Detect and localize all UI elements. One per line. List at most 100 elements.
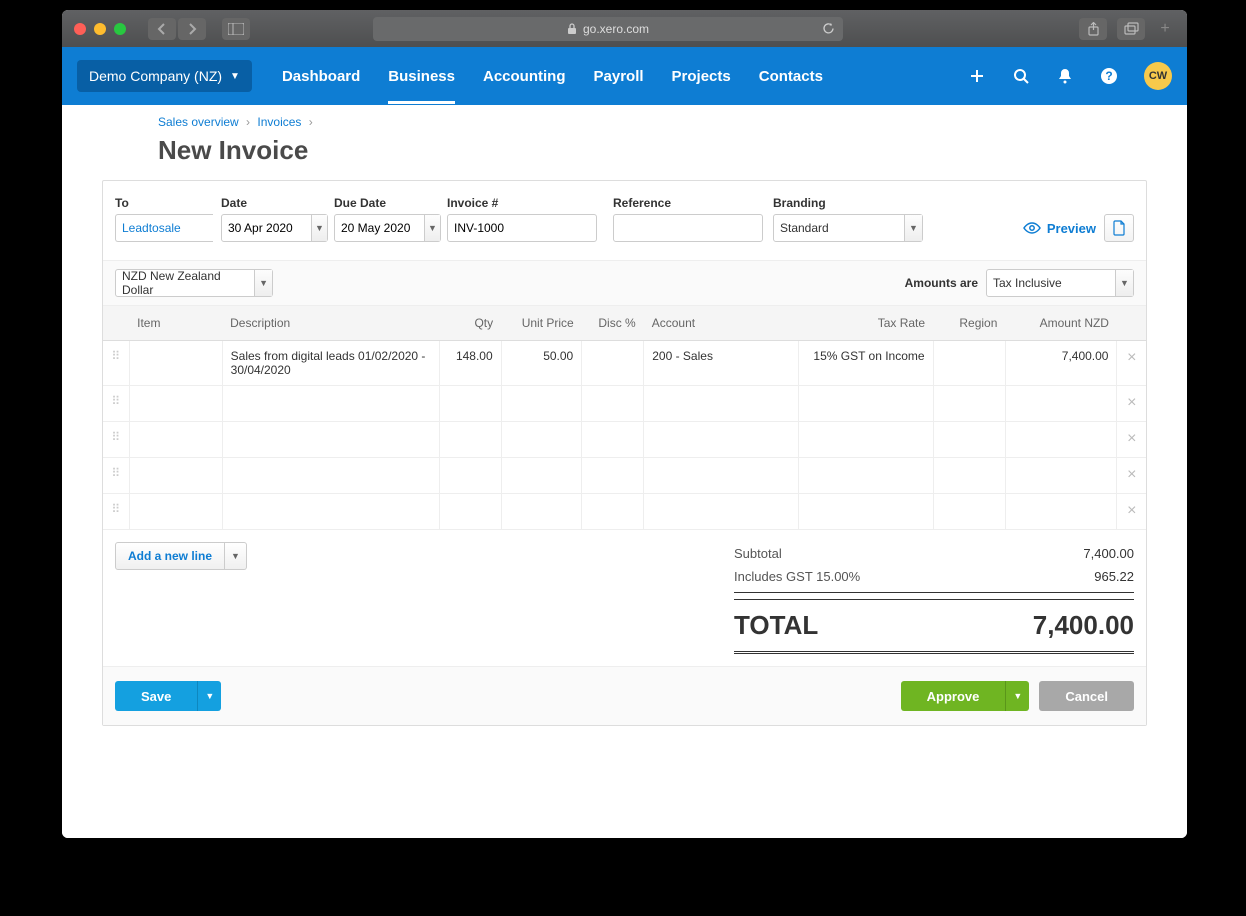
- remove-row-button[interactable]: ×: [1117, 494, 1146, 530]
- currency-select[interactable]: NZD New Zealand Dollar ▼: [115, 269, 273, 297]
- cell-amount[interactable]: [1005, 494, 1117, 530]
- cell-disc[interactable]: [582, 494, 644, 530]
- attach-file-button[interactable]: [1104, 214, 1134, 242]
- cell-description[interactable]: Sales from digital leads 01/02/2020 - 30…: [222, 341, 439, 386]
- cell-disc[interactable]: [582, 386, 644, 422]
- cell-item[interactable]: [129, 494, 222, 530]
- nav-projects[interactable]: Projects: [672, 49, 731, 104]
- cell-amount[interactable]: [1005, 422, 1117, 458]
- nav-contacts[interactable]: Contacts: [759, 49, 823, 104]
- notifications-icon[interactable]: [1056, 67, 1074, 85]
- cell-unit-price[interactable]: [501, 386, 582, 422]
- drag-handle-icon[interactable]: ⠿: [103, 494, 129, 530]
- cell-region[interactable]: [933, 341, 1005, 386]
- nav-dashboard[interactable]: Dashboard: [282, 49, 360, 104]
- approve-menu-button[interactable]: ▼: [1005, 681, 1029, 711]
- table-row[interactable]: ⠿ Sales from digital leads 01/02/2020 - 3…: [103, 341, 1146, 386]
- cell-tax-rate[interactable]: [799, 458, 933, 494]
- remove-row-button[interactable]: ×: [1117, 422, 1146, 458]
- caret-down-icon[interactable]: ▼: [254, 270, 272, 296]
- add-line-button[interactable]: Add a new line: [115, 542, 225, 570]
- cell-account[interactable]: [644, 422, 799, 458]
- caret-down-icon[interactable]: ▼: [904, 215, 922, 241]
- approve-button[interactable]: Approve: [901, 681, 1006, 711]
- cell-region[interactable]: [933, 458, 1005, 494]
- minimize-window-button[interactable]: [94, 23, 106, 35]
- nav-business[interactable]: Business: [388, 49, 455, 104]
- cell-unit-price[interactable]: [501, 458, 582, 494]
- cell-account[interactable]: [644, 494, 799, 530]
- cell-amount[interactable]: [1005, 386, 1117, 422]
- drag-handle-icon[interactable]: ⠿: [103, 386, 129, 422]
- cell-tax-rate[interactable]: [799, 494, 933, 530]
- to-input[interactable]: [115, 214, 213, 242]
- cell-account[interactable]: [644, 458, 799, 494]
- cell-item[interactable]: [129, 341, 222, 386]
- table-row[interactable]: ⠿×: [103, 494, 1146, 530]
- amounts-are-select[interactable]: Tax Inclusive ▼: [986, 269, 1134, 297]
- close-window-button[interactable]: [74, 23, 86, 35]
- cell-qty[interactable]: 148.00: [439, 341, 501, 386]
- drag-handle-icon[interactable]: ⠿: [103, 458, 129, 494]
- cell-region[interactable]: [933, 386, 1005, 422]
- caret-down-icon[interactable]: ▼: [424, 215, 440, 241]
- company-select[interactable]: Demo Company (NZ) ▼: [77, 60, 252, 92]
- due-date-value[interactable]: [341, 221, 424, 235]
- cell-tax-rate[interactable]: 15% GST on Income: [799, 341, 933, 386]
- save-menu-button[interactable]: ▼: [197, 681, 221, 711]
- cell-account[interactable]: [644, 386, 799, 422]
- cell-item[interactable]: [129, 386, 222, 422]
- remove-row-button[interactable]: ×: [1117, 386, 1146, 422]
- cell-item[interactable]: [129, 422, 222, 458]
- refresh-icon[interactable]: [822, 22, 835, 35]
- date-input[interactable]: ▼: [221, 214, 328, 242]
- cell-account[interactable]: 200 - Sales: [644, 341, 799, 386]
- table-row[interactable]: ⠿×: [103, 422, 1146, 458]
- add-icon[interactable]: [968, 67, 986, 85]
- reference-input[interactable]: [613, 214, 763, 242]
- breadcrumb-sales-overview[interactable]: Sales overview: [158, 115, 239, 129]
- cell-description[interactable]: [222, 494, 439, 530]
- table-row[interactable]: ⠿×: [103, 458, 1146, 494]
- user-avatar[interactable]: CW: [1144, 62, 1172, 90]
- cell-item[interactable]: [129, 458, 222, 494]
- cell-disc[interactable]: [582, 422, 644, 458]
- branding-select[interactable]: Standard ▼: [773, 214, 923, 242]
- nav-payroll[interactable]: Payroll: [594, 49, 644, 104]
- forward-button[interactable]: [178, 18, 206, 40]
- search-icon[interactable]: [1012, 67, 1030, 85]
- cell-unit-price[interactable]: [501, 422, 582, 458]
- cell-amount[interactable]: [1005, 458, 1117, 494]
- cell-region[interactable]: [933, 422, 1005, 458]
- caret-down-icon[interactable]: ▼: [311, 215, 327, 241]
- caret-down-icon[interactable]: ▼: [1115, 270, 1133, 296]
- cell-region[interactable]: [933, 494, 1005, 530]
- due-date-input[interactable]: ▼: [334, 214, 441, 242]
- tabs-icon[interactable]: [1117, 18, 1145, 40]
- url-bar[interactable]: go.xero.com: [373, 17, 843, 41]
- cell-description[interactable]: [222, 386, 439, 422]
- breadcrumb-invoices[interactable]: Invoices: [257, 115, 301, 129]
- cell-qty[interactable]: [439, 386, 501, 422]
- remove-row-button[interactable]: ×: [1117, 341, 1146, 386]
- nav-accounting[interactable]: Accounting: [483, 49, 566, 104]
- maximize-window-button[interactable]: [114, 23, 126, 35]
- save-button[interactable]: Save: [115, 681, 197, 711]
- cell-disc[interactable]: [582, 341, 644, 386]
- cell-qty[interactable]: [439, 422, 501, 458]
- date-value[interactable]: [228, 221, 311, 235]
- drag-handle-icon[interactable]: ⠿: [103, 341, 129, 386]
- sidebar-toggle-button[interactable]: [222, 18, 250, 40]
- cell-unit-price[interactable]: [501, 494, 582, 530]
- back-button[interactable]: [148, 18, 176, 40]
- drag-handle-icon[interactable]: ⠿: [103, 422, 129, 458]
- preview-button[interactable]: Preview: [1023, 221, 1096, 236]
- remove-row-button[interactable]: ×: [1117, 458, 1146, 494]
- share-icon[interactable]: [1079, 18, 1107, 40]
- table-row[interactable]: ⠿×: [103, 386, 1146, 422]
- cell-amount[interactable]: 7,400.00: [1005, 341, 1117, 386]
- add-line-menu-button[interactable]: ▼: [225, 542, 247, 570]
- cell-qty[interactable]: [439, 458, 501, 494]
- cell-disc[interactable]: [582, 458, 644, 494]
- new-tab-button[interactable]: +: [1155, 20, 1175, 38]
